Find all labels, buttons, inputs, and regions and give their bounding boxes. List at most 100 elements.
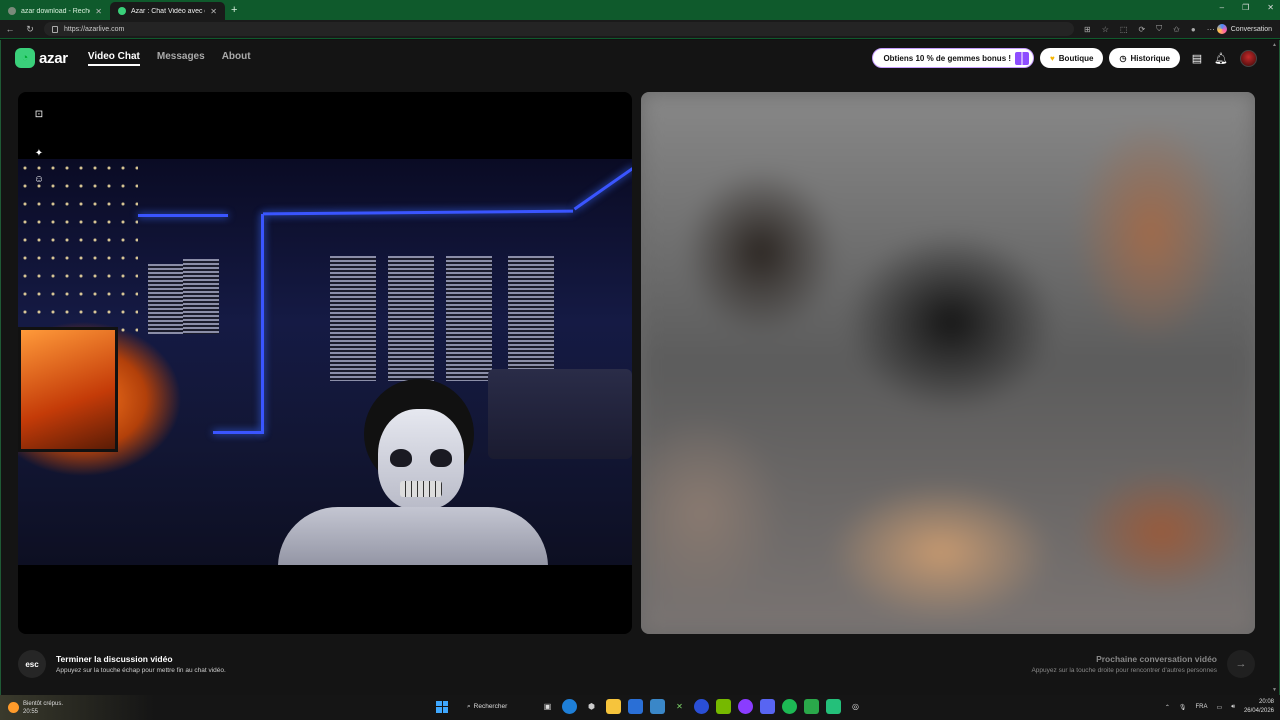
logo-text: azar [39,49,68,67]
clock-icon: ◷ [1119,53,1127,63]
twitch-icon[interactable] [738,699,753,714]
azar-logo[interactable]: ◔ azar [15,48,68,68]
discord-icon[interactable] [760,699,775,714]
next-chat-subtitle: Appuyez sur la touche droite pour rencon… [1031,667,1217,674]
user-avatar[interactable] [1240,49,1257,67]
task-view-icon[interactable]: ▣ [540,699,555,714]
face-effect-icon[interactable]: ☺ [32,172,46,186]
extension-icon[interactable]: ⬚ [1120,25,1128,34]
close-tab-icon[interactable]: ✕ [95,7,102,16]
edge-browser-icon[interactable] [562,699,577,714]
maximize-button[interactable]: ❐ [1242,3,1249,12]
tab-azar-video-chat[interactable]: Azar : Chat Vidéo avec de no ✕ [110,2,225,20]
conversation-label: Conversation [1230,25,1272,33]
camera-switch-icon[interactable]: ⊡ [32,107,46,121]
tab-azar-download-search[interactable]: azar download - Recherche ✕ [0,2,110,20]
window-shutter [508,256,554,381]
spotify-icon[interactable] [782,699,797,714]
tab-title: azar download - Recherche [21,7,90,15]
next-chat-text: Prochaine conversation vidéo Appuyez sur… [1031,654,1217,674]
weather-widget[interactable]: Bientôt crépus. 20:55 [8,700,63,716]
close-tab-icon[interactable]: ✕ [210,7,217,16]
clock-time: 20:08 [1258,699,1274,705]
next-arrow-button[interactable]: → [1227,650,1255,678]
nav-video-chat[interactable]: Video Chat [87,51,140,66]
back-arrow-icon[interactable]: ← [0,24,20,34]
game-bar-icon[interactable] [804,699,819,714]
volume-icon[interactable]: 🔊︎ [1231,704,1235,711]
next-chat-hint[interactable]: Prochaine conversation vidéo Appuyez sur… [1031,650,1255,678]
tab-title: Azar : Chat Vidéo avec de no [131,7,205,15]
window-controls: – ❐ ✕ [1220,3,1274,12]
github-icon[interactable]: ⬢ [584,699,599,714]
taskbar-search[interactable]: ⌕ Rechercher [455,703,533,711]
profile-avatar-icon[interactable]: ● [1191,25,1196,34]
scrollbar-up-arrow-icon[interactable]: ▲ [1272,42,1277,48]
new-tab-button[interactable]: + [231,4,237,16]
gem-bonus-promo-button[interactable]: Obtiens 10 % de gemmes bonus ! [872,48,1035,68]
network-icon[interactable]: ▭ [1217,704,1223,711]
window-shutter [148,264,188,334]
shop-label: Boutique [1058,53,1094,63]
file-explorer-icon[interactable] [606,699,621,714]
more-menu-icon[interactable]: ⋯ [1207,25,1215,34]
weather-text: Bientôt crépus. 20:55 [23,700,63,716]
address-toolbar: ← ↻ https://azarlive.com ⊞ ☆ ⬚ ⟳ ⛉ ✩ ● ⋯… [0,20,1280,39]
magic-wand-filter-icon[interactable]: ✦ [32,146,46,160]
top-navigation: ◔ azar Video Chat Messages About Obtiens… [1,40,1279,76]
window-shutter [183,259,219,334]
heart-icon: ♥ [1050,53,1055,63]
azar-logo-icon: ◔ [15,48,35,68]
photos-icon[interactable] [650,699,665,714]
copilot-conversation-button[interactable]: Conversation [1216,24,1272,34]
store-icon[interactable] [628,699,643,714]
browser-tab-bar: azar download - Recherche ✕ Azar : Chat … [0,0,1280,20]
refresh-icon[interactable]: ↻ [20,24,40,35]
scrollbar-down-arrow-icon[interactable]: ▼ [1272,687,1277,693]
nav-about[interactable]: About [222,51,251,66]
browser-essentials-icon[interactable]: ⟳ [1138,25,1145,34]
address-bar[interactable]: https://azarlive.com [44,22,1074,36]
end-chat-text: Terminer la discussion vidéo Appuyez sur… [56,654,226,674]
end-chat-hint[interactable]: esc Terminer la discussion vidéo Appuyez… [18,650,226,678]
shield-icon[interactable]: ⛉ [1156,24,1162,34]
close-window-button[interactable]: ✕ [1267,3,1274,12]
partner-video-panel [641,92,1255,634]
led-strip [262,209,574,216]
led-strip [261,214,264,434]
ea-app-icon[interactable] [694,699,709,714]
mask-eye [390,449,412,467]
azar-app-icon[interactable] [826,699,841,714]
clock-date: 26/04/2026 [1243,708,1274,714]
microphone-icon[interactable]: 🎙︎ [1179,704,1187,711]
nvidia-icon[interactable] [716,699,731,714]
obs-icon[interactable]: ◎ [848,699,863,714]
weather-time: 20:55 [23,708,39,715]
mask-teeth [400,481,442,497]
taskbar-apps: ⌕ Rechercher ▣ ⬢ ✕ ◎ [436,699,863,714]
nav-messages[interactable]: Messages [157,51,205,66]
windows-taskbar: Bientôt crépus. 20:55 ⌕ Rechercher ▣ ⬢ ✕… [0,695,1280,720]
clock[interactable]: 20:08 26/04/2026 [1244,698,1274,716]
gift-icon [1015,51,1030,65]
azar-app: ◔ azar Video Chat Messages About Obtiens… [0,40,1280,695]
xbox-icon[interactable]: ✕ [672,699,687,714]
favorites-list-icon[interactable]: ✩ [1173,25,1180,34]
chevron-up-icon[interactable]: ⌃ [1165,704,1170,711]
split-screen-icon[interactable]: ⊞ [1084,25,1091,34]
person-skull-mask [278,379,548,565]
esc-key-button[interactable]: esc [18,650,46,678]
sunset-weather-icon [8,702,19,713]
language-indicator[interactable]: FRA [1196,704,1208,710]
history-button[interactable]: ◷ Historique [1109,48,1180,68]
nav-actions: Obtiens 10 % de gemmes bonus ! ♥ Boutiqu… [872,48,1257,68]
shop-button[interactable]: ♥ Boutique [1040,48,1104,68]
led-strip [138,214,228,217]
inbox-icon[interactable]: ▤ [1190,51,1204,65]
windows-start-icon[interactable] [436,700,448,713]
weather-label: Bientôt crépus. [23,700,64,707]
window-shutter [388,256,434,381]
minimize-button[interactable]: – [1220,3,1224,12]
favorite-star-icon[interactable]: ☆ [1102,25,1109,34]
bell-icon[interactable]: 🔔︎ [1214,51,1228,65]
